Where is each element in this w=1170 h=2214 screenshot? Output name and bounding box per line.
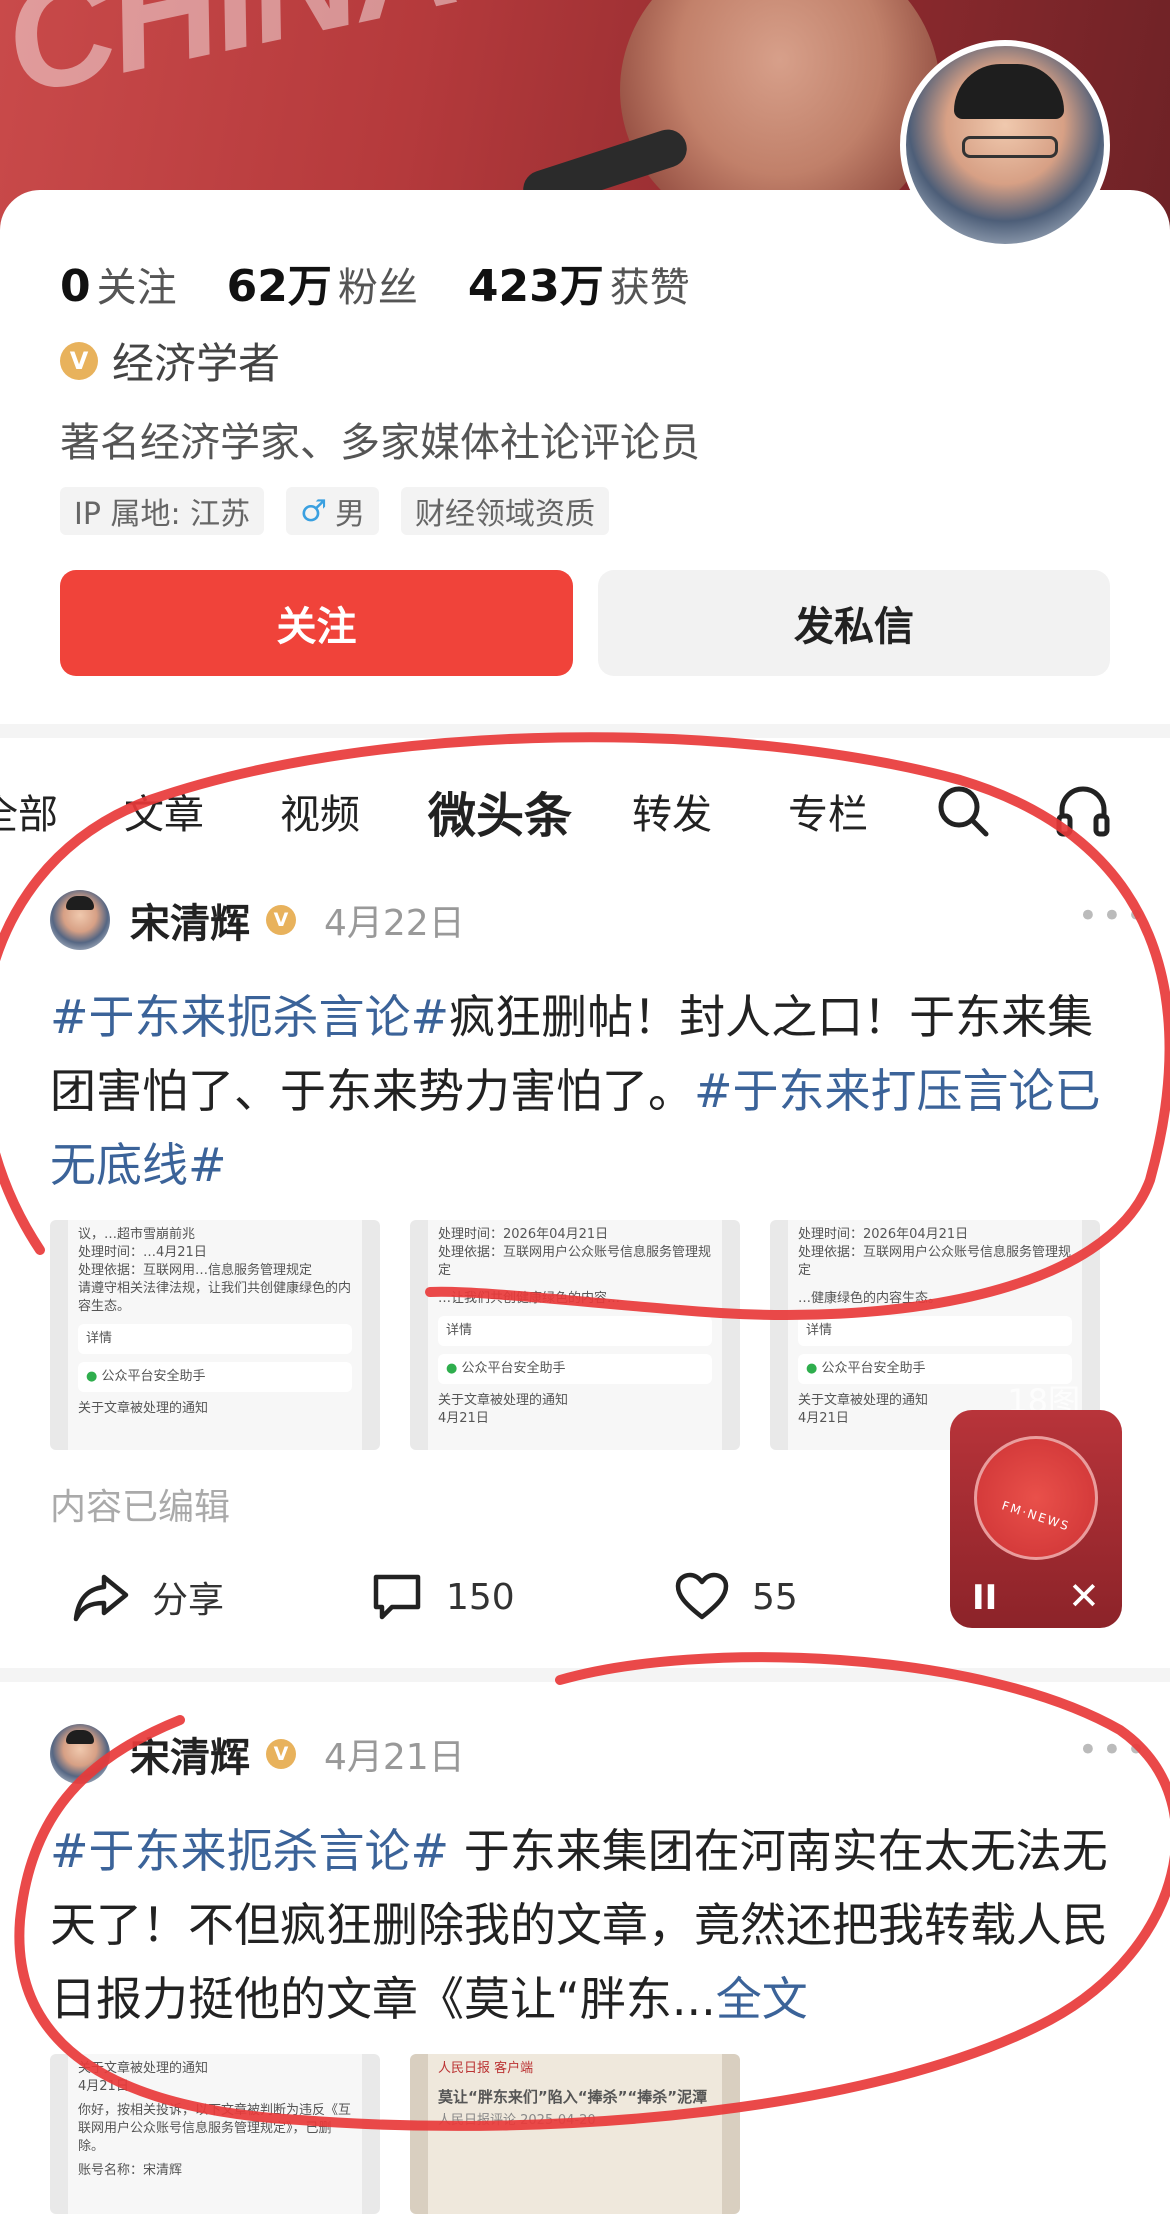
qualification-tag[interactable]: 财经领域资质 bbox=[401, 487, 610, 535]
tab-columns[interactable]: 专栏 bbox=[788, 782, 868, 840]
post-body[interactable]: #于东来扼杀言论#疯狂删帖！封人之口！于东来集团害怕了、于东来势力害怕了。#于东… bbox=[50, 980, 1120, 1202]
verified-title: V 经济学者 bbox=[60, 330, 280, 391]
image-text: 详情 bbox=[446, 1323, 473, 1338]
stat-fans-count: 62万 bbox=[226, 261, 332, 312]
image-text: 4月21日 bbox=[438, 1411, 489, 1426]
image-text: 人民日报 客户端 bbox=[438, 2061, 534, 2076]
comment-count: 150 bbox=[446, 1576, 515, 1618]
image-text: 详情 bbox=[86, 1331, 113, 1346]
hashtag-link[interactable]: #于东来扼杀言论# bbox=[50, 990, 449, 1044]
hashtag-link[interactable]: #于东来扼杀言论# bbox=[50, 1824, 449, 1878]
image-text: 请遵守相关法律法规，让我们共创健康绿色的内容生态。 bbox=[78, 1281, 352, 1314]
tab-all[interactable]: 全部 bbox=[0, 782, 58, 840]
message-button[interactable]: 发私信 bbox=[598, 570, 1110, 676]
like-button[interactable]: 55 bbox=[674, 1571, 798, 1623]
pause-icon[interactable]: II bbox=[972, 1578, 997, 1618]
image-text: 议，…超市雪崩前兆 bbox=[78, 1227, 196, 1242]
image-text: 处理时间：2026年04月21日 bbox=[798, 1227, 969, 1242]
verified-title-text: 经济学者 bbox=[112, 339, 281, 388]
edited-note: 内容已编辑 bbox=[50, 1487, 231, 1528]
fm-news-disc-icon[interactable]: FM·NEWS bbox=[974, 1436, 1098, 1560]
image-text: 账号名称：宋清辉 bbox=[78, 2163, 183, 2178]
image-text: 关于文章被处理的通知 bbox=[78, 2061, 209, 2076]
image-text: 处理时间：…4月21日 bbox=[78, 1245, 207, 1260]
image-text: 关于文章被处理的通知 bbox=[438, 1393, 569, 1408]
verified-badge-icon: V bbox=[266, 1739, 296, 1769]
headphones-icon[interactable] bbox=[1054, 782, 1112, 840]
author-avatar[interactable] bbox=[50, 890, 110, 950]
image-text: 处理依据：互联网用户公众账号信息服务管理规定 bbox=[438, 1245, 712, 1278]
verified-badge-icon: V bbox=[266, 905, 296, 935]
post-divider bbox=[0, 1668, 1170, 1682]
tab-articles[interactable]: 文章 bbox=[124, 782, 204, 840]
stat-fans[interactable]: 62万 粉丝 bbox=[227, 250, 418, 314]
post-image[interactable]: 关于文章被处理的通知 4月21日 你好，按相关投诉，以下文章被判断为违反《互联网… bbox=[50, 2054, 380, 2214]
post-date: 4月21日 bbox=[324, 1737, 465, 1778]
image-text: 4月21日 bbox=[78, 2079, 129, 2094]
image-text: 公众平台安全助手 bbox=[821, 1361, 926, 1376]
post-date: 4月22日 bbox=[324, 903, 465, 944]
image-text: …健康绿色的内容生态。 bbox=[798, 1291, 942, 1306]
image-text: 详情 bbox=[806, 1323, 833, 1338]
profile-stats: 0 关注 62万 粉丝 423万 获赞 bbox=[60, 250, 740, 313]
follow-button[interactable]: 关注 bbox=[60, 570, 573, 676]
image-text: 关于文章被处理的通知 bbox=[78, 1401, 209, 1416]
more-options-icon[interactable]: ••• bbox=[1078, 896, 1150, 936]
content-tabs: 全部 文章 视频 微头条 转发 专栏 bbox=[0, 770, 1170, 850]
comment-button[interactable]: 150 bbox=[370, 1571, 515, 1623]
share-label: 分享 bbox=[152, 1580, 225, 1621]
like-count: 55 bbox=[752, 1576, 798, 1618]
tab-micro-headlines[interactable]: 微头条 bbox=[428, 776, 572, 846]
read-full-link[interactable]: 全文 bbox=[716, 1972, 808, 2026]
close-icon[interactable]: ✕ bbox=[1068, 1574, 1100, 1618]
comment-icon bbox=[373, 1574, 421, 1620]
tab-reposts[interactable]: 转发 bbox=[632, 782, 712, 840]
male-icon: ♂ bbox=[300, 493, 328, 529]
stat-following-count: 0 bbox=[60, 261, 91, 312]
share-button[interactable]: 分享 bbox=[72, 1571, 224, 1623]
author-avatar[interactable] bbox=[50, 1724, 110, 1784]
heart-icon bbox=[675, 1572, 729, 1620]
stat-following[interactable]: 0 关注 bbox=[60, 255, 177, 313]
stat-likes-label: 获赞 bbox=[609, 265, 690, 311]
image-text: 公众平台安全助手 bbox=[461, 1361, 566, 1376]
section-divider bbox=[0, 724, 1170, 738]
share-icon bbox=[73, 1574, 129, 1622]
image-text: 处理依据：互联网用户公众账号信息服务管理规定 bbox=[798, 1245, 1072, 1278]
post-header: 宋清辉 V 4月21日 bbox=[50, 1724, 465, 1784]
image-text: 处理时间：2026年04月21日 bbox=[438, 1227, 609, 1242]
gender-tag-label: 男 bbox=[335, 497, 366, 532]
post-image[interactable]: 人民日报 客户端 莫让“胖东来们”陷入“捧杀”“捧杀”泥潭 人民日报评论 202… bbox=[410, 2054, 740, 2214]
post-header: 宋清辉 V 4月22日 bbox=[50, 890, 465, 950]
image-text: 莫让“胖东来们”陷入“捧杀”“捧杀”泥潭 bbox=[438, 2088, 708, 2106]
post-images: 关于文章被处理的通知 4月21日 你好，按相关投诉，以下文章被判断为违反《互联网… bbox=[50, 2054, 770, 2214]
ip-location-tag: IP 属地: 江苏 bbox=[60, 487, 265, 535]
stat-likes[interactable]: 423万 获赞 bbox=[468, 250, 690, 314]
search-icon[interactable] bbox=[934, 782, 992, 840]
image-text: 处理依据：互联网用…信息服务管理规定 bbox=[78, 1263, 313, 1278]
player-label: FM·NEWS bbox=[1000, 1498, 1072, 1534]
image-text: 公众平台安全助手 bbox=[101, 1369, 206, 1384]
author-name[interactable]: 宋清辉 bbox=[130, 1725, 250, 1783]
profile-description: 著名经济学家、多家媒体社论评论员 bbox=[60, 420, 700, 466]
image-text: 你好，按相关投诉，以下文章被判断为违反《互联网用户公众账号信息服务管理规定》，已… bbox=[78, 2103, 352, 2154]
post-body[interactable]: #于东来扼杀言论# 于东来集团在河南实在太无法无天了！不但疯狂删除我的文章，竟然… bbox=[50, 1814, 1120, 2036]
more-options-icon[interactable]: ••• bbox=[1078, 1730, 1150, 1770]
gender-tag: ♂ 男 bbox=[286, 487, 380, 535]
floating-audio-player[interactable]: FM·NEWS II ✕ bbox=[950, 1410, 1122, 1628]
stat-likes-count: 423万 bbox=[467, 261, 604, 312]
author-name[interactable]: 宋清辉 bbox=[130, 891, 250, 949]
image-text: …让我们共创健康绿色的内容… bbox=[438, 1291, 621, 1306]
verified-badge-icon: V bbox=[60, 341, 98, 380]
profile-avatar[interactable] bbox=[900, 40, 1110, 250]
post-image[interactable]: 处理时间：2026年04月21日 处理依据：互联网用户公众账号信息服务管理规定 … bbox=[410, 1220, 740, 1450]
stat-following-label: 关注 bbox=[96, 265, 177, 311]
image-text: 人民日报评论 2025-04-20 bbox=[438, 2113, 596, 2128]
stat-fans-label: 粉丝 bbox=[337, 265, 418, 311]
profile-tags: IP 属地: 江苏 ♂ 男 财经领域资质 bbox=[60, 487, 631, 535]
post-image[interactable]: 议，…超市雪崩前兆 处理时间：…4月21日 处理依据：互联网用…信息服务管理规定… bbox=[50, 1220, 380, 1450]
tab-videos[interactable]: 视频 bbox=[280, 782, 360, 840]
